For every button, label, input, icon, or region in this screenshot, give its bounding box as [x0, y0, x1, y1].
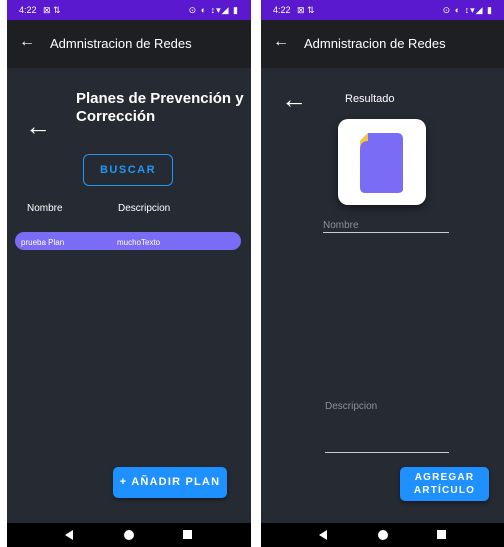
status-time: 4:22 [273, 5, 291, 15]
system-status-icons: ⊙ ◐ ↕▾◢ ▮ [442, 5, 493, 15]
app-bar-title: Admnistracion de Redes [50, 36, 192, 51]
row-description: muchoTexto [117, 238, 161, 247]
add-article-button[interactable]: AGREGAR ARTÍCULO [400, 467, 489, 501]
table-row[interactable]: prueba Plan muchoTexto [15, 232, 241, 250]
column-header-name: Nombre [27, 203, 63, 214]
add-plan-button[interactable]: + AÑADIR PLAN [113, 467, 227, 498]
name-field-placeholder: Nombre [323, 220, 359, 231]
description-field-placeholder: Descripcion [325, 401, 378, 412]
screen-plans-list: 4:22 ⊠ ⇅ ⊙ ◐ ↕▾◢ ▮ ← Admnistracion de Re… [7, 0, 251, 547]
result-header: Resultado [345, 93, 395, 105]
app-bar-title: Admnistracion de Redes [304, 36, 446, 51]
document-card [338, 119, 426, 205]
description-field[interactable] [325, 452, 449, 453]
screen-plan-result: 4:22 ⊠ ⇅ ⊙ ◐ ↕▾◢ ▮ ← Admnistracion de Re… [261, 0, 504, 547]
search-button[interactable]: BUSCAR [83, 154, 173, 186]
nav-home-icon[interactable] [378, 530, 388, 540]
nav-recents-icon[interactable] [183, 530, 192, 539]
back-arrow-icon[interactable]: ← [25, 113, 51, 139]
system-status-icons: ⊙ ◐ ↕▾◢ ▮ [188, 5, 239, 15]
document-icon [360, 133, 403, 193]
column-header-description: Descripcion [118, 203, 171, 214]
status-time: 4:22 [19, 5, 37, 15]
notification-icons: ⊠ ⇅ [297, 5, 315, 15]
system-nav-bar [7, 523, 251, 547]
app-bar-back-icon[interactable]: ← [273, 34, 289, 50]
name-field[interactable] [323, 232, 449, 233]
app-bar: ← Admnistracion de Redes [7, 20, 251, 68]
status-bar: 4:22 ⊠ ⇅ ⊙ ◐ ↕▾◢ ▮ [261, 0, 504, 20]
notification-icons: ⊠ ⇅ [43, 5, 61, 15]
app-bar: ← Admnistracion de Redes [261, 20, 504, 68]
status-bar: 4:22 ⊠ ⇅ ⊙ ◐ ↕▾◢ ▮ [7, 0, 251, 20]
system-nav-bar [261, 523, 504, 547]
nav-back-icon[interactable] [319, 530, 327, 540]
nav-back-icon[interactable] [65, 530, 73, 540]
nav-home-icon[interactable] [124, 530, 134, 540]
page-title: Planes de Prevención y Corrección [76, 90, 244, 125]
back-arrow-icon[interactable]: ← [281, 86, 307, 112]
row-name: prueba Plan [21, 238, 65, 247]
nav-recents-icon[interactable] [437, 530, 446, 539]
app-bar-back-icon[interactable]: ← [19, 34, 35, 50]
